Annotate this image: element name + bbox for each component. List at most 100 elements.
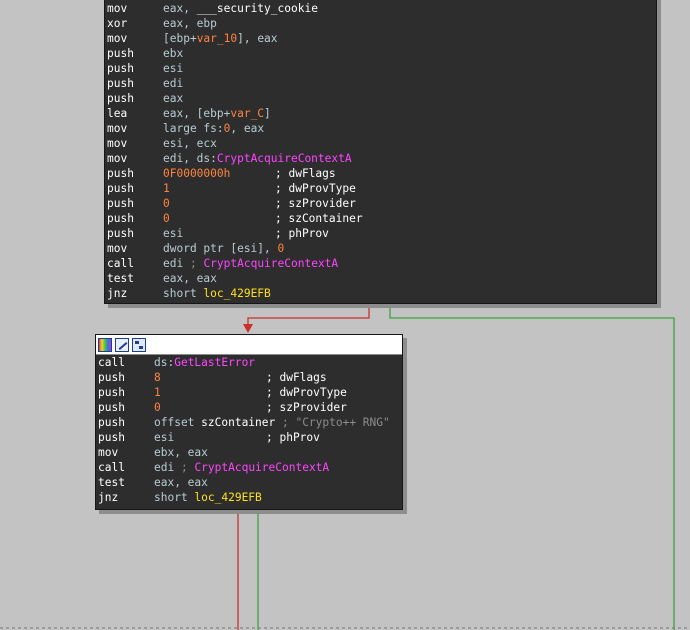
operand-token[interactable]: var_C: [230, 107, 264, 120]
comment: ; szContainer: [275, 212, 363, 225]
instruction-line[interactable]: mov large fs:0, eax: [105, 121, 656, 136]
operand-token: 8: [154, 371, 161, 384]
operand-token[interactable]: ___security_cookie: [197, 2, 318, 15]
operand-token: 0: [277, 242, 285, 255]
mnemonic: test: [107, 272, 134, 285]
operands: esi: [163, 61, 183, 76]
instruction-line[interactable]: push 1 ; dwProvType: [96, 385, 402, 400]
code-block-node-1[interactable]: mov eax, ___security_cookie xor eax, ebp mov…: [104, 0, 657, 304]
operand-token: ;: [180, 461, 195, 474]
operands: 0: [154, 400, 161, 415]
instruction-line[interactable]: push 8 ; dwFlags: [96, 370, 402, 385]
operands: short loc_429EFB: [163, 286, 271, 301]
operand-token[interactable]: CryptAcquireContextA: [217, 152, 352, 165]
instruction-line[interactable]: mov edi, ds:CryptAcquireContextA: [105, 151, 656, 166]
mnemonic: push: [107, 197, 134, 210]
operands: large fs:0, eax: [163, 121, 264, 136]
instruction-line[interactable]: push 0 ; szProvider: [105, 196, 656, 211]
operands: esi: [154, 430, 174, 445]
operand-token: large fs:: [163, 122, 224, 135]
operands: 1: [163, 181, 170, 196]
operand-token: 0: [154, 401, 161, 414]
operands: edi, ds:CryptAcquireContextA: [163, 151, 352, 166]
mnemonic: mov: [107, 137, 128, 150]
mnemonic: push: [107, 212, 134, 225]
operands: eax, ebp: [163, 16, 217, 31]
instruction-line[interactable]: push 0F0000000h ; dwFlags: [105, 166, 656, 181]
instruction-line[interactable]: mov eax, ___security_cookie: [105, 1, 656, 16]
operand-token: eax: [163, 92, 184, 105]
operand-token[interactable]: loc_429EFB: [203, 287, 270, 300]
operand-token: esi, ecx: [163, 137, 217, 150]
instruction-line[interactable]: push eax: [105, 91, 656, 106]
edit-node-icon[interactable]: [115, 337, 129, 352]
instruction-line[interactable]: push 0 ; szContainer: [105, 211, 656, 226]
instruction-line[interactable]: mov esi, ecx: [105, 136, 656, 151]
operand-token: ds:: [154, 356, 175, 369]
operand-token: esi: [163, 62, 184, 75]
operands: esi: [163, 226, 183, 241]
color-palette-icon[interactable]: [98, 337, 112, 352]
instruction-line[interactable]: call edi ; CryptAcquireContextA: [105, 256, 656, 271]
operand-token: ebx, eax: [154, 446, 208, 459]
operand-token[interactable]: CryptAcquireContextA: [203, 257, 338, 270]
instruction-line[interactable]: push offset szContainer ; "Crypto++ RNG": [96, 415, 402, 430]
operand-token[interactable]: CryptAcquireContextA: [194, 461, 329, 474]
operands: ebx: [163, 46, 183, 61]
instruction-line[interactable]: push esi ; phProv: [105, 226, 656, 241]
mnemonic: mov: [107, 122, 128, 135]
instruction-line[interactable]: test eax, eax: [96, 475, 402, 490]
operand-token[interactable]: var_10: [197, 32, 237, 45]
operands: edi ; CryptAcquireContextA: [163, 256, 338, 271]
operand-token[interactable]: szContainer: [201, 416, 275, 429]
instruction-line[interactable]: mov [ebp+var_10], eax: [105, 31, 656, 46]
comment: ; dwProvType: [266, 386, 347, 399]
instruction-line[interactable]: push ebx: [105, 46, 656, 61]
comment: ; dwFlags: [266, 371, 327, 384]
operands: eax, ___security_cookie: [163, 1, 318, 16]
operand-token: offset: [154, 416, 202, 429]
operands: eax, eax: [163, 271, 217, 286]
comment: ; phProv: [266, 431, 320, 444]
instruction-line[interactable]: jnz short loc_429EFB: [105, 286, 656, 301]
instruction-line[interactable]: lea eax, [ebp+var_C]: [105, 106, 656, 121]
comment: ; szProvider: [266, 401, 347, 414]
operands: esi, ecx: [163, 136, 217, 151]
mnemonic: push: [98, 371, 125, 384]
instruction-line[interactable]: push esi: [105, 61, 656, 76]
mnemonic: mov: [98, 446, 119, 459]
code-block-node-2[interactable]: call ds:GetLastError push 8 ; dwFlags push 1 ; …: [95, 334, 403, 510]
mnemonic: jnz: [107, 287, 128, 300]
instruction-line[interactable]: push 1 ; dwProvType: [105, 181, 656, 196]
instruction-line[interactable]: test eax, eax: [105, 271, 656, 286]
instruction-line[interactable]: call edi ; CryptAcquireContextA: [96, 460, 402, 475]
mnemonic: lea: [107, 107, 128, 120]
operands: eax, eax: [154, 475, 208, 490]
operand-token: edi: [163, 257, 190, 270]
instruction-line[interactable]: jnz short loc_429EFB: [96, 490, 402, 505]
instruction-line[interactable]: call ds:GetLastError: [96, 355, 402, 370]
operands: eax, [ebp+var_C]: [163, 106, 271, 121]
operand-token: 0: [163, 197, 170, 210]
operand-token[interactable]: GetLastError: [174, 356, 255, 369]
operand-token: 1: [163, 182, 170, 195]
operands: 0: [163, 211, 170, 226]
operands: [ebp+var_10], eax: [163, 31, 278, 46]
instruction-line[interactable]: xor eax, ebp: [105, 16, 656, 31]
instruction-line[interactable]: push edi: [105, 76, 656, 91]
operand-token: 0F0000000h: [163, 167, 231, 180]
operand-token[interactable]: loc_429EFB: [194, 491, 261, 504]
group-nodes-icon[interactable]: [132, 337, 146, 352]
node-titlebar: [96, 335, 402, 355]
instruction-line[interactable]: mov dword ptr [esi], 0: [105, 241, 656, 256]
operands: ebx, eax: [154, 445, 208, 460]
operands: ds:GetLastError: [154, 355, 255, 370]
mnemonic: push: [107, 92, 134, 105]
instruction-line[interactable]: mov ebx, eax: [96, 445, 402, 460]
operands: dword ptr [esi], 0: [163, 241, 284, 256]
mnemonic: xor: [107, 17, 128, 30]
instruction-list: mov eax, ___security_cookie xor eax, ebp mov…: [105, 0, 656, 301]
instruction-line[interactable]: push esi ; phProv: [96, 430, 402, 445]
edge-false: [247, 303, 370, 327]
instruction-line[interactable]: push 0 ; szProvider: [96, 400, 402, 415]
